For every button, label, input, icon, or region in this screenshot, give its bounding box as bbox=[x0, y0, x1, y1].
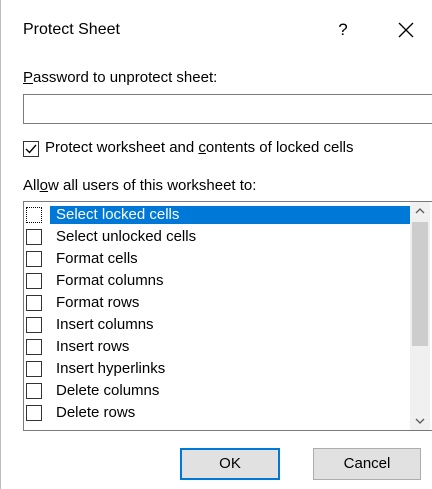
list-item-select-locked-cells[interactable]: Select locked cells bbox=[26, 204, 417, 226]
list-item-label: Insert hyperlinks bbox=[56, 360, 166, 377]
protect-label-part1: Protect worksheet and bbox=[45, 139, 199, 156]
scroll-up-button[interactable] bbox=[410, 202, 430, 220]
list-item-checkbox[interactable] bbox=[26, 339, 42, 355]
list-item-insert-rows[interactable]: Insert rows bbox=[26, 336, 410, 358]
protect-contents-label: Protect worksheet and contents of locked… bbox=[45, 139, 354, 156]
list-item-label: Insert rows bbox=[56, 338, 130, 355]
list-item-checkbox[interactable] bbox=[26, 361, 42, 377]
password-label: Password to unprotect sheet: bbox=[23, 69, 217, 86]
cancel-button[interactable]: Cancel bbox=[313, 448, 421, 480]
permissions-list[interactable]: Select locked cells Select unlocked cell… bbox=[23, 201, 432, 431]
list-item-select-unlocked-cells[interactable]: Select unlocked cells bbox=[26, 226, 410, 248]
protect-sheet-dialog: Protect Sheet ? Password to unprotect sh… bbox=[0, 0, 432, 489]
list-item-checkbox[interactable] bbox=[26, 317, 42, 333]
password-label-accesskey: P bbox=[23, 69, 34, 86]
close-button[interactable] bbox=[393, 17, 419, 43]
list-item-delete-rows[interactable]: Delete rows bbox=[26, 402, 410, 424]
list-item-label: Format cells bbox=[56, 250, 138, 267]
list-item-checkbox[interactable] bbox=[26, 383, 42, 399]
password-input[interactable] bbox=[23, 94, 432, 124]
list-item-format-cells[interactable]: Format cells bbox=[26, 248, 410, 270]
list-item-label: Format rows bbox=[56, 294, 140, 311]
close-icon bbox=[398, 22, 414, 38]
list-item-checkbox[interactable] bbox=[26, 251, 42, 267]
permissions-label-accesskey: o bbox=[39, 177, 49, 194]
permissions-label-part2: w all users of this worksheet to: bbox=[48, 177, 257, 194]
protect-contents-checkbox[interactable] bbox=[23, 141, 39, 157]
scroll-thumb[interactable] bbox=[412, 222, 428, 346]
password-label-text: assword to unprotect sheet: bbox=[33, 69, 218, 86]
dialog-title: Protect Sheet bbox=[23, 21, 120, 38]
permissions-label: Allow all users of this worksheet to: bbox=[23, 177, 256, 194]
list-item-label: Select locked cells bbox=[50, 206, 417, 224]
list-item-checkbox[interactable] bbox=[26, 273, 42, 289]
list-item-delete-columns[interactable]: Delete columns bbox=[26, 380, 410, 402]
list-item-checkbox[interactable] bbox=[26, 207, 42, 223]
list-item-label: Insert columns bbox=[56, 316, 154, 333]
list-item-label: Delete rows bbox=[56, 404, 136, 421]
vertical-scrollbar[interactable] bbox=[410, 202, 430, 430]
title-bar: Protect Sheet ? bbox=[1, 0, 432, 62]
list-item-checkbox[interactable] bbox=[26, 405, 42, 421]
list-item-label: Format columns bbox=[56, 272, 164, 289]
scroll-down-button[interactable] bbox=[410, 412, 430, 430]
permissions-label-part1: All bbox=[23, 177, 40, 194]
chevron-down-icon bbox=[415, 418, 425, 424]
protect-label-accesskey: c bbox=[198, 139, 206, 156]
protect-label-part2: ontents of locked cells bbox=[205, 139, 354, 156]
list-item-checkbox[interactable] bbox=[26, 229, 42, 245]
list-item-insert-columns[interactable]: Insert columns bbox=[26, 314, 410, 336]
list-item-checkbox[interactable] bbox=[26, 295, 42, 311]
ok-button[interactable]: OK bbox=[180, 448, 280, 480]
list-item-format-columns[interactable]: Format columns bbox=[26, 270, 410, 292]
list-item-format-rows[interactable]: Format rows bbox=[26, 292, 410, 314]
chevron-up-icon bbox=[415, 208, 425, 214]
checkmark-icon bbox=[25, 144, 37, 154]
list-item-insert-hyperlinks[interactable]: Insert hyperlinks bbox=[26, 358, 410, 380]
list-item-label: Delete columns bbox=[56, 382, 160, 399]
help-button[interactable]: ? bbox=[331, 17, 355, 43]
list-item-label: Select unlocked cells bbox=[56, 228, 197, 245]
